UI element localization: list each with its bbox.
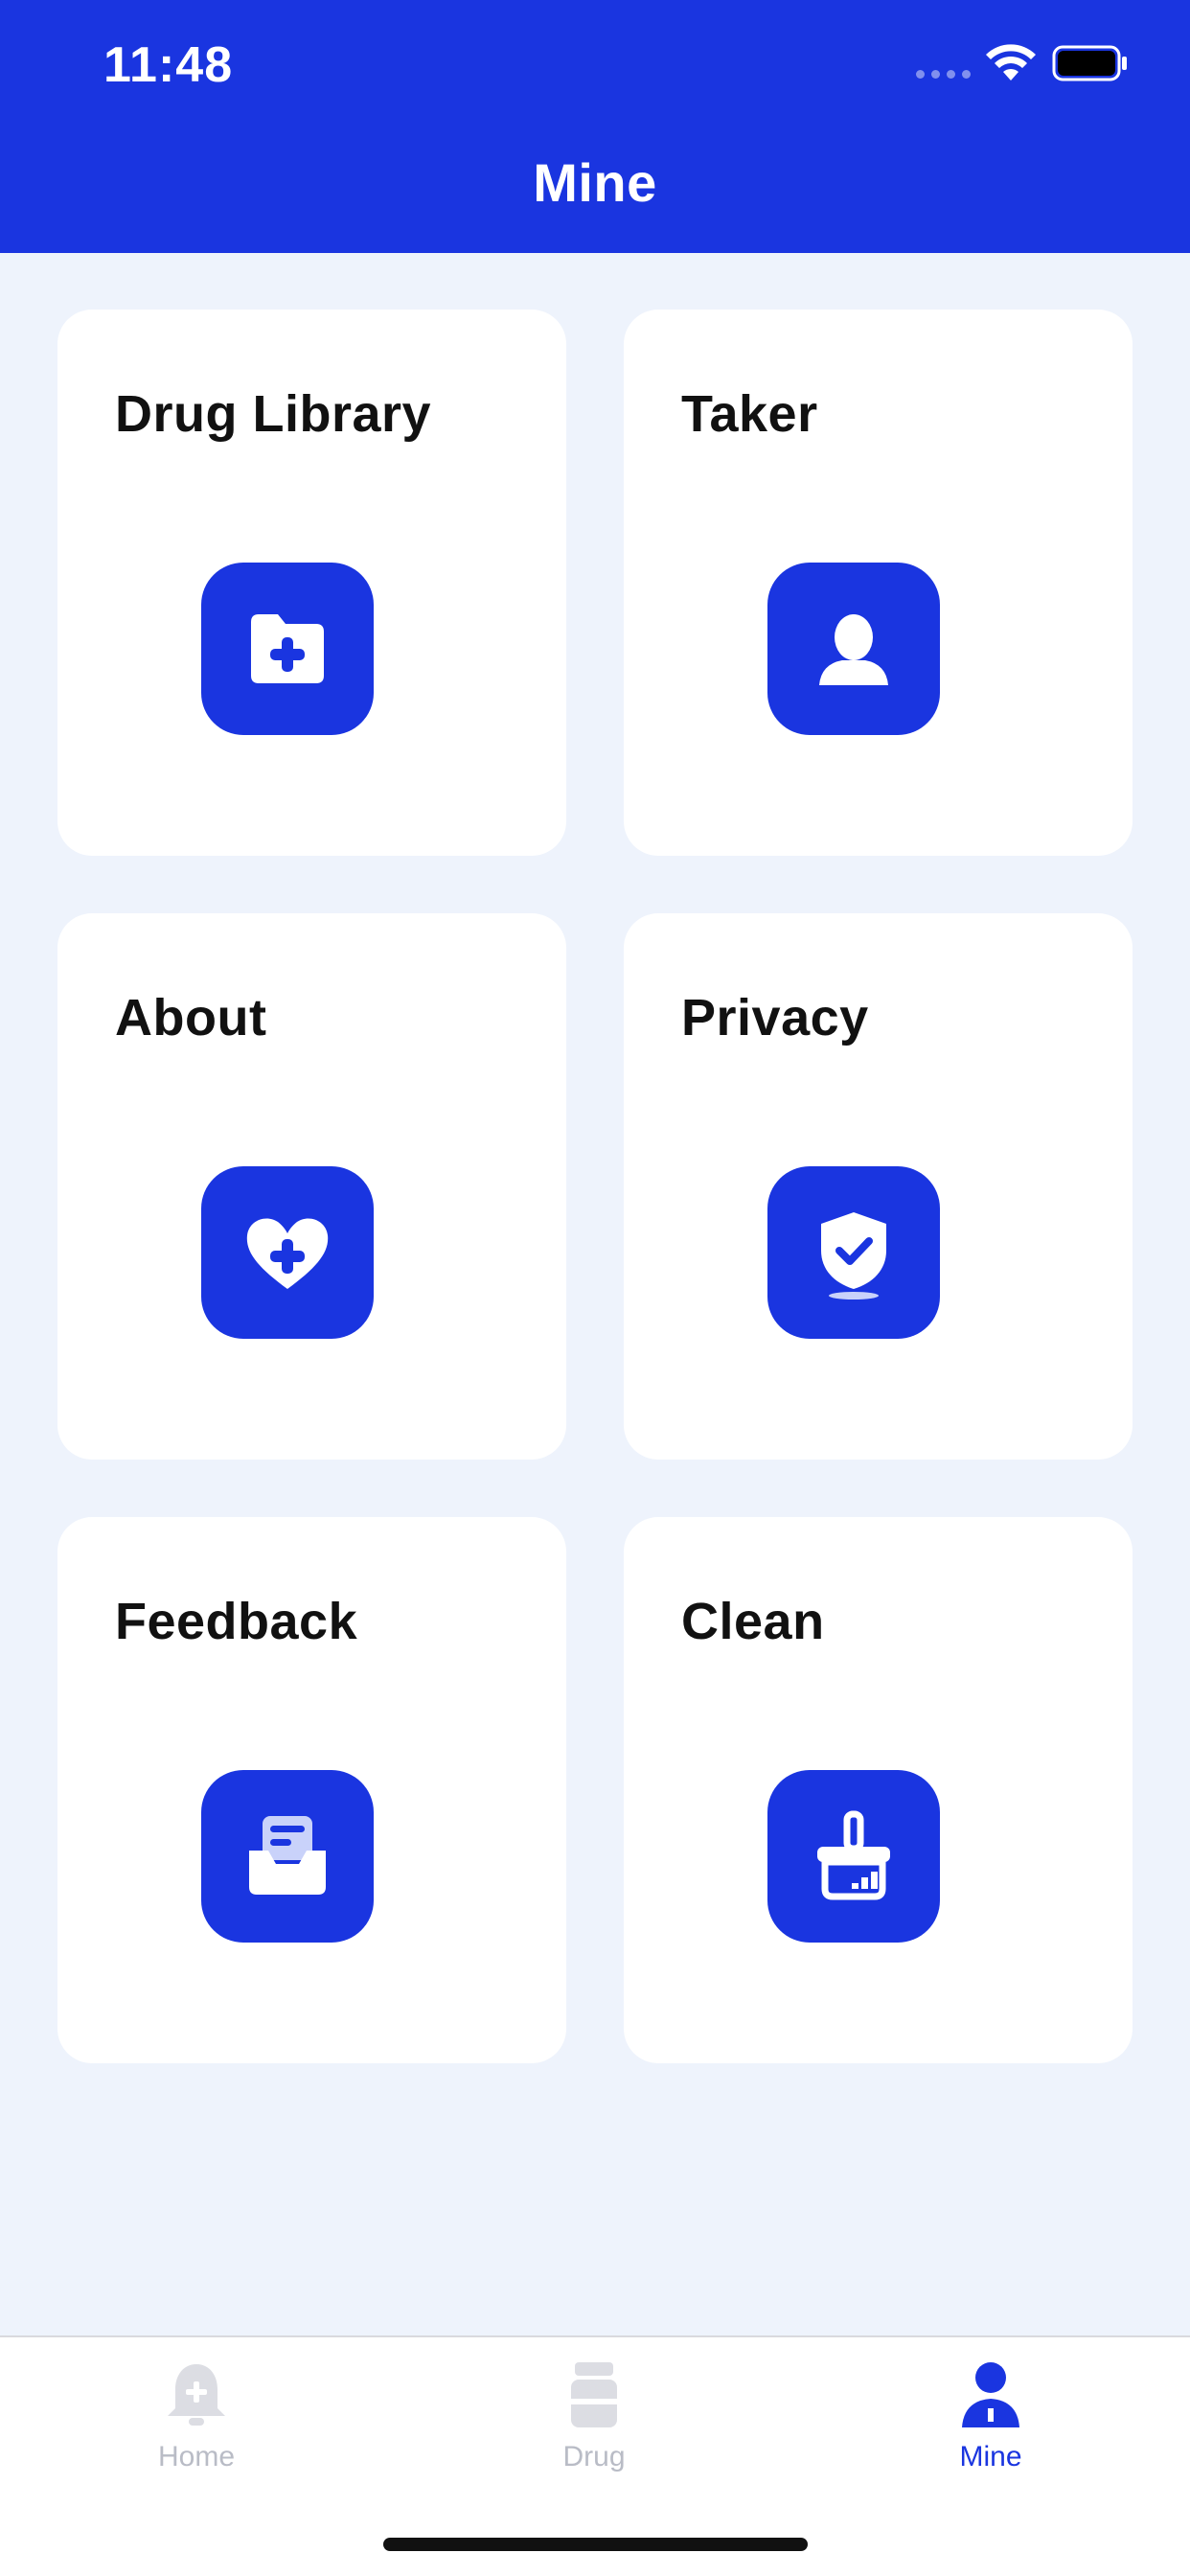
card-title: Clean xyxy=(681,1593,825,1650)
card-title: Feedback xyxy=(115,1593,358,1650)
bell-plus-icon xyxy=(168,2364,225,2426)
wifi-icon xyxy=(986,44,1036,80)
page-title: Mine xyxy=(533,152,657,213)
tab-home[interactable]: Home xyxy=(81,2358,311,2502)
broom-icon xyxy=(767,1770,940,1943)
card-title: Privacy xyxy=(681,989,869,1046)
card-feedback[interactable]: Feedback xyxy=(57,1517,566,2063)
inbox-letter-icon xyxy=(201,1770,374,1943)
card-title: Taker xyxy=(681,385,818,443)
card-drug-library[interactable]: Drug Library xyxy=(57,310,566,856)
pill-bottle-icon xyxy=(571,2362,617,2427)
card-title: About xyxy=(115,989,267,1046)
header: 11:48 Mine xyxy=(0,0,1190,253)
tab-label: Mine xyxy=(959,2441,1022,2472)
card-taker[interactable]: Taker xyxy=(624,310,1133,856)
tab-label: Home xyxy=(157,2441,236,2472)
tab-mine[interactable]: Mine xyxy=(876,2358,1106,2502)
home-indicator xyxy=(383,2538,808,2551)
card-title: Drug Library xyxy=(115,385,432,443)
tab-drug[interactable]: Drug xyxy=(479,2358,709,2502)
card-about[interactable]: About xyxy=(57,913,566,1460)
cellular-signal-icon xyxy=(916,70,971,79)
card-clean[interactable]: Clean xyxy=(624,1517,1133,2063)
menu-grid: Drug Library Taker About Privacy Feedbac… xyxy=(57,310,1133,2063)
user-icon xyxy=(962,2362,1019,2427)
shield-check-icon xyxy=(767,1166,940,1339)
battery-icon xyxy=(1052,45,1127,81)
tab-label: Drug xyxy=(562,2441,626,2472)
heart-plus-icon xyxy=(201,1166,374,1339)
person-icon xyxy=(767,563,940,735)
mine-screen: 11:48 Mine Drug Library Taker About Priv… xyxy=(0,0,1190,2576)
card-privacy[interactable]: Privacy xyxy=(624,913,1133,1460)
folder-plus-icon xyxy=(201,563,374,735)
status-time: 11:48 xyxy=(103,37,234,93)
